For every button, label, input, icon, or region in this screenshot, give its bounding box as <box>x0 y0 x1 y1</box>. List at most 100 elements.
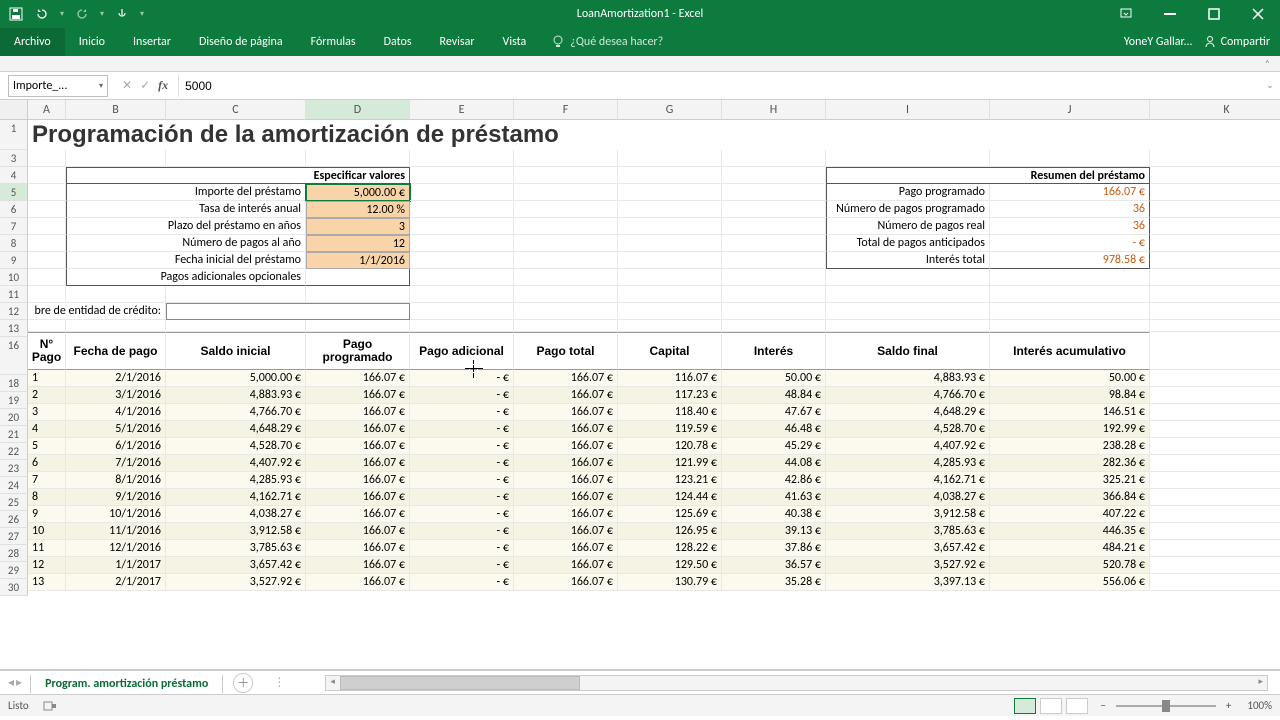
table-cell[interactable]: 166.07 € <box>306 472 410 489</box>
table-cell[interactable]: 2/1/2016 <box>66 370 166 387</box>
table-cell[interactable]: 166.07 € <box>306 370 410 387</box>
share-button[interactable]: Compartir <box>1203 35 1270 49</box>
table-cell[interactable]: 446.35 € <box>990 523 1150 540</box>
touch-mode-icon[interactable] <box>114 6 130 22</box>
input-value-rate[interactable]: 12.00 % <box>306 201 410 218</box>
col-header-A[interactable]: A <box>28 100 66 120</box>
table-cell[interactable]: 7 <box>28 472 66 489</box>
tell-me[interactable]: ¿Qué desea hacer? <box>540 28 675 56</box>
close-button[interactable] <box>1236 0 1280 28</box>
row-header-16[interactable]: 16 <box>0 337 28 375</box>
table-cell[interactable]: 125.69 € <box>618 506 722 523</box>
table-cell[interactable]: 6 <box>28 455 66 472</box>
table-cell[interactable]: 4,162.71 € <box>166 489 306 506</box>
horizontal-scrollbar[interactable]: ◂ ▸ <box>325 675 1268 691</box>
row-header-1[interactable]: 1 <box>0 120 28 150</box>
table-cell[interactable]: 130.79 € <box>618 574 722 591</box>
row-header-20[interactable]: 20 <box>0 409 28 426</box>
table-cell[interactable]: 4,883.93 € <box>826 370 990 387</box>
table-cell[interactable]: 166.07 € <box>306 557 410 574</box>
page-break-view-button[interactable] <box>1066 698 1088 714</box>
table-cell[interactable]: 4,883.93 € <box>166 387 306 404</box>
table-cell[interactable]: 166.07 € <box>514 540 618 557</box>
table-cell[interactable]: 325.21 € <box>990 472 1150 489</box>
tab-datos[interactable]: Datos <box>370 28 426 56</box>
tab-f-rmulas[interactable]: Fórmulas <box>297 28 370 56</box>
table-cell[interactable]: - € <box>410 489 514 506</box>
table-cell[interactable]: 4,285.93 € <box>166 472 306 489</box>
input-value-years[interactable]: 3 <box>306 218 410 235</box>
row-header-9[interactable]: 9 <box>0 252 28 269</box>
table-cell[interactable]: 166.07 € <box>306 523 410 540</box>
table-cell[interactable]: 3,912.58 € <box>826 506 990 523</box>
table-cell[interactable]: 5,000.00 € <box>166 370 306 387</box>
table-cell[interactable]: 366.84 € <box>990 489 1150 506</box>
row-header-29[interactable]: 29 <box>0 562 28 579</box>
table-cell[interactable]: 166.07 € <box>514 370 618 387</box>
col-header-F[interactable]: F <box>514 100 618 120</box>
table-cell[interactable]: - € <box>410 370 514 387</box>
table-cell[interactable]: 4,766.70 € <box>166 404 306 421</box>
table-cell[interactable]: 166.07 € <box>306 421 410 438</box>
table-cell[interactable]: 39.13 € <box>722 523 826 540</box>
table-cell[interactable]: 123.21 € <box>618 472 722 489</box>
table-cell[interactable]: 166.07 € <box>306 404 410 421</box>
table-cell[interactable]: 166.07 € <box>306 540 410 557</box>
undo-icon[interactable] <box>34 6 50 22</box>
table-cell[interactable]: - € <box>410 421 514 438</box>
row-header-12[interactable]: 12 <box>0 303 28 320</box>
cancel-icon[interactable]: ✕ <box>122 78 132 93</box>
expand-formula-bar-icon[interactable]: ⌄ <box>1260 80 1280 91</box>
scroll-left-icon[interactable]: ◂ <box>330 676 335 687</box>
save-icon[interactable] <box>8 6 24 22</box>
collapse-ribbon-icon[interactable]: ˄ <box>1265 57 1270 70</box>
table-cell[interactable]: 166.07 € <box>306 387 410 404</box>
table-cell[interactable]: 3 <box>28 404 66 421</box>
row-header-24[interactable]: 24 <box>0 477 28 494</box>
table-cell[interactable]: 4,407.92 € <box>166 455 306 472</box>
zoom-slider-thumb[interactable] <box>1162 700 1170 712</box>
table-cell[interactable]: 3,657.42 € <box>826 540 990 557</box>
maximize-button[interactable] <box>1192 0 1236 28</box>
name-box-dropdown-icon[interactable]: ▾ <box>99 81 103 91</box>
table-cell[interactable]: 407.22 € <box>990 506 1150 523</box>
row-header-3[interactable]: 3 <box>0 150 28 167</box>
table-cell[interactable]: 192.99 € <box>990 421 1150 438</box>
table-cell[interactable]: 40.38 € <box>722 506 826 523</box>
table-cell[interactable]: 11 <box>28 540 66 557</box>
table-cell[interactable]: 166.07 € <box>514 523 618 540</box>
lender-value[interactable] <box>166 303 410 320</box>
table-cell[interactable]: 10 <box>28 523 66 540</box>
table-cell[interactable]: 4,648.29 € <box>826 404 990 421</box>
zoom-slider[interactable] <box>1116 705 1216 707</box>
row-header-6[interactable]: 6 <box>0 201 28 218</box>
row-header-19[interactable]: 19 <box>0 392 28 409</box>
ribbon-options-icon[interactable] <box>1104 0 1148 28</box>
table-cell[interactable]: 166.07 € <box>514 472 618 489</box>
scroll-right-icon[interactable]: ▸ <box>1258 676 1263 687</box>
table-cell[interactable]: 166.07 € <box>514 506 618 523</box>
table-cell[interactable]: 166.07 € <box>514 387 618 404</box>
table-cell[interactable]: 118.40 € <box>618 404 722 421</box>
table-cell[interactable]: 46.48 € <box>722 421 826 438</box>
sheet-nav-next-icon[interactable]: ▸ <box>16 675 22 690</box>
table-cell[interactable]: 146.51 € <box>990 404 1150 421</box>
table-cell[interactable]: 117.23 € <box>618 387 722 404</box>
table-cell[interactable]: 4 <box>28 421 66 438</box>
table-cell[interactable]: 11/1/2016 <box>66 523 166 540</box>
add-sheet-button[interactable]: ＋ <box>233 673 253 693</box>
zoom-level[interactable]: 100% <box>1247 699 1272 712</box>
minimize-button[interactable] <box>1148 0 1192 28</box>
table-cell[interactable]: 8 <box>28 489 66 506</box>
row-header-8[interactable]: 8 <box>0 235 28 252</box>
table-cell[interactable]: 10/1/2016 <box>66 506 166 523</box>
table-cell[interactable]: 41.63 € <box>722 489 826 506</box>
macro-record-icon[interactable] <box>43 700 57 712</box>
table-cell[interactable]: 98.84 € <box>990 387 1150 404</box>
table-cell[interactable]: 7/1/2016 <box>66 455 166 472</box>
table-cell[interactable]: 6/1/2016 <box>66 438 166 455</box>
qat-customize-icon[interactable]: ▾ <box>140 9 144 19</box>
table-cell[interactable]: - € <box>410 387 514 404</box>
table-cell[interactable]: 121.99 € <box>618 455 722 472</box>
table-cell[interactable]: 238.28 € <box>990 438 1150 455</box>
